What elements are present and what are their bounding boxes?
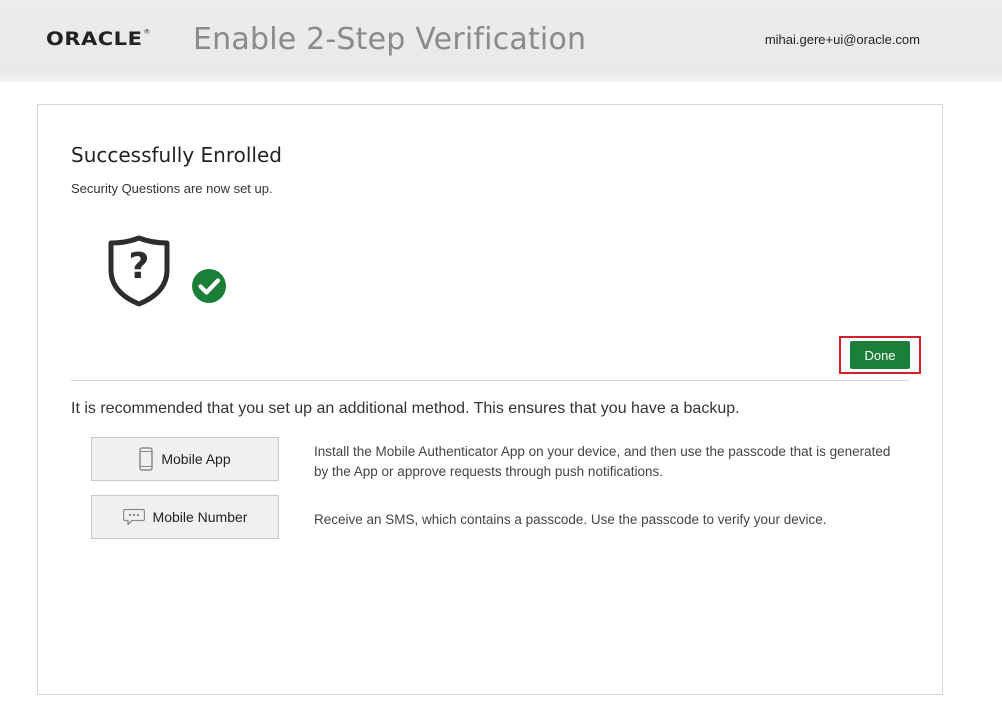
- mobile-number-button[interactable]: Mobile Number: [91, 495, 279, 539]
- svg-text:?: ?: [129, 246, 150, 287]
- phone-icon: [139, 447, 154, 471]
- registered-mark: ®: [143, 28, 151, 36]
- mobile-app-label: Mobile App: [161, 451, 231, 467]
- enrollment-subtitle: Security Questions are now set up.: [71, 181, 273, 196]
- page-title: Enable 2-Step Verification: [193, 22, 587, 57]
- backup-recommendation: It is recommended that you set up an add…: [71, 400, 740, 417]
- mobile-number-label: Mobile Number: [152, 509, 248, 525]
- check-circle-icon: [192, 269, 226, 303]
- enrollment-title: Successfully Enrolled: [71, 143, 282, 167]
- user-email[interactable]: mihai.gere+ui@oracle.com: [765, 32, 920, 47]
- section-divider: [71, 380, 909, 381]
- oracle-logo-text: ORACLE: [46, 28, 143, 50]
- oracle-logo: ORACLE®: [46, 28, 151, 50]
- shield-question-icon: ?: [108, 235, 170, 307]
- done-button[interactable]: Done: [850, 341, 910, 369]
- mobile-app-description: Install the Mobile Authenticator App on …: [314, 444, 891, 479]
- enrollment-card: Successfully Enrolled Security Questions…: [37, 104, 943, 695]
- mobile-app-button[interactable]: Mobile App: [91, 437, 279, 481]
- sms-icon: [122, 508, 145, 526]
- page-header: ORACLE® Enable 2-Step Verification mihai…: [0, 0, 1002, 82]
- mobile-number-description: Receive an SMS, which contains a passcod…: [314, 512, 827, 527]
